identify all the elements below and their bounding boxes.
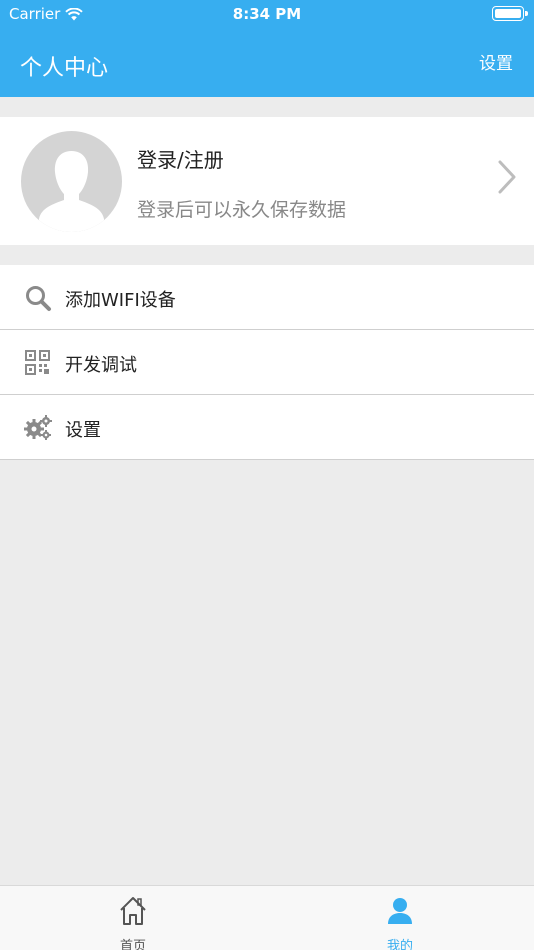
menu-item-settings[interactable]: 设置 <box>0 395 534 460</box>
avatar <box>21 131 122 232</box>
status-time: 8:34 PM <box>232 5 302 23</box>
qr-code-icon <box>25 350 50 375</box>
tab-bar: 首页 我的 <box>0 885 534 950</box>
menu-item-dev-debug[interactable]: 开发调试 <box>0 330 534 395</box>
tab-home[interactable]: 首页 <box>73 886 193 950</box>
default-avatar-icon <box>39 151 104 232</box>
status-bar: Carrier 8:34 PM <box>0 0 534 28</box>
tab-label: 我的 <box>386 939 413 950</box>
battery-icon <box>492 6 528 21</box>
chevron-right-icon <box>498 160 516 194</box>
gears-icon <box>24 415 52 440</box>
menu-list: 添加WIFI设备 开发调试 设置 <box>0 265 534 460</box>
menu-item-label: 设置 <box>65 420 101 441</box>
page-title: 个人中心 <box>20 56 109 81</box>
tab-mine[interactable]: 我的 <box>340 886 460 950</box>
settings-button[interactable]: 设置 <box>479 49 513 74</box>
tab-label: 首页 <box>119 939 146 950</box>
top-bar: Carrier 8:34 PM 个人中心 设置 <box>0 0 534 97</box>
login-hint-text: 登录后可以永久保存数据 <box>137 199 347 221</box>
menu-item-add-wifi-device[interactable]: 添加WIFI设备 <box>0 265 534 330</box>
menu-item-label: 添加WIFI设备 <box>65 290 176 311</box>
home-icon <box>120 897 146 925</box>
login-register-label: 登录/注册 <box>137 148 224 172</box>
profile-card[interactable]: 登录/注册 登录后可以永久保存数据 <box>0 117 534 245</box>
menu-item-label: 开发调试 <box>65 355 137 376</box>
user-icon <box>388 898 412 924</box>
search-icon <box>26 286 51 311</box>
